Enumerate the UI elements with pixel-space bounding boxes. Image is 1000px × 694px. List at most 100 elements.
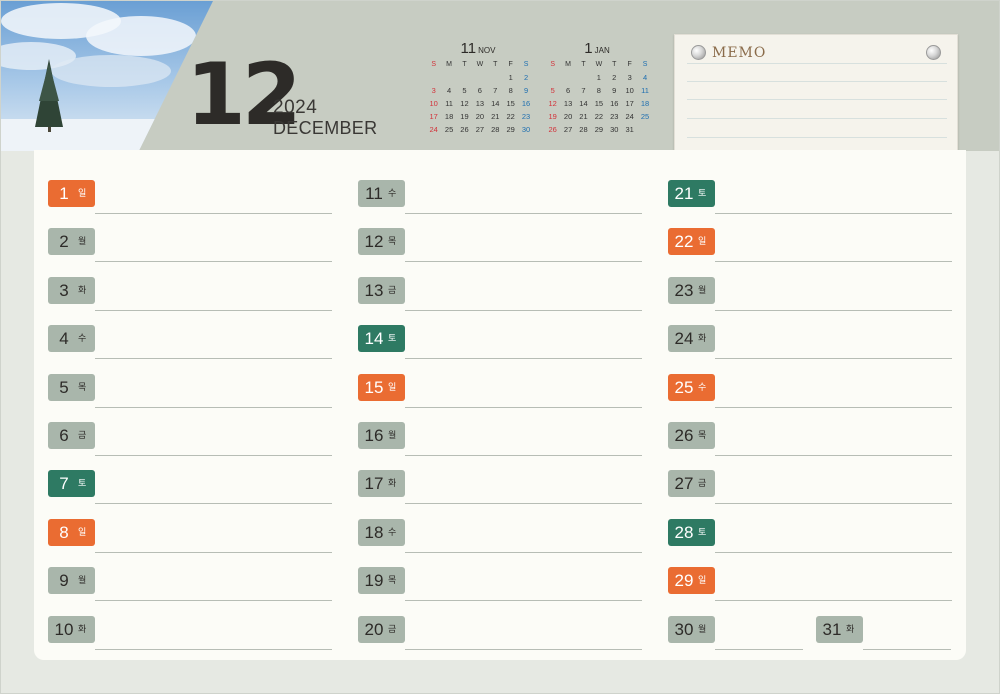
- writing-line[interactable]: [95, 552, 332, 553]
- mini-day-cell: 17: [429, 112, 438, 121]
- day-entry[interactable]: 8일: [48, 519, 332, 553]
- weekday-label: 토: [388, 334, 397, 344]
- mini-day-cell: 14: [579, 99, 588, 108]
- weekday-label: 화: [698, 334, 707, 344]
- day-entry[interactable]: 29 일: [668, 567, 952, 601]
- day-entry[interactable]: 12 목: [358, 228, 642, 262]
- day-entry[interactable]: 17 화: [358, 470, 642, 504]
- day-entry[interactable]: 11 수: [358, 180, 642, 214]
- day-entry[interactable]: 23 월: [668, 277, 952, 311]
- day-entry[interactable]: 3화: [48, 277, 332, 311]
- day-entry[interactable]: 21 토: [668, 180, 952, 214]
- writing-line[interactable]: [95, 600, 332, 601]
- date-number: 22: [674, 232, 694, 251]
- writing-line[interactable]: [95, 213, 332, 214]
- day-entry[interactable]: 26 목: [668, 422, 952, 456]
- date-badge: 31 화: [816, 616, 863, 643]
- writing-line[interactable]: [715, 310, 952, 311]
- day-entry[interactable]: 6금: [48, 422, 332, 456]
- day-entry[interactable]: 4수: [48, 325, 332, 359]
- date-number: 16: [364, 426, 384, 445]
- day-entry[interactable]: 18 수: [358, 519, 642, 553]
- day-entry[interactable]: 28 토: [668, 519, 952, 553]
- writing-line[interactable]: [405, 261, 642, 262]
- date-badge: 3화: [48, 277, 95, 304]
- mini-day-cell: 19: [460, 112, 469, 121]
- writing-line[interactable]: [405, 213, 642, 214]
- writing-line[interactable]: [405, 310, 642, 311]
- writing-line[interactable]: [715, 261, 952, 262]
- mini-day-cell: 9: [612, 86, 617, 95]
- mini-empty-cell: [488, 71, 503, 84]
- weekday-label: 일: [698, 237, 707, 247]
- date-badge: 2월: [48, 228, 95, 255]
- date-badge: 28 토: [668, 519, 715, 546]
- day-entry[interactable]: 16 월: [358, 422, 642, 456]
- writing-line[interactable]: [405, 649, 642, 650]
- mini-calendar-month-abbr: NOV: [478, 46, 496, 55]
- writing-line[interactable]: [405, 552, 642, 553]
- date-number: 24: [674, 329, 694, 348]
- memo-note[interactable]: MEMO: [674, 34, 958, 158]
- writing-line[interactable]: [715, 213, 952, 214]
- day-entry[interactable]: 9월: [48, 567, 332, 601]
- writing-line[interactable]: [715, 552, 952, 553]
- date-badge: 22 일: [668, 228, 715, 255]
- day-entry[interactable]: 31 화: [816, 616, 1000, 650]
- day-entry[interactable]: 20 금: [358, 616, 642, 650]
- day-entry[interactable]: 22 일: [668, 228, 952, 262]
- writing-line[interactable]: [405, 358, 642, 359]
- mini-day-cell: 25: [640, 112, 650, 121]
- writing-line[interactable]: [95, 407, 332, 408]
- day-entry[interactable]: 15 일: [358, 374, 642, 408]
- day-entry[interactable]: 5목: [48, 374, 332, 408]
- writing-line[interactable]: [95, 261, 332, 262]
- day-entry[interactable]: 19 목: [358, 567, 642, 601]
- date-badge: 12 목: [358, 228, 405, 255]
- writing-line[interactable]: [95, 649, 332, 650]
- writing-line[interactable]: [405, 407, 642, 408]
- day-entry[interactable]: 1일: [48, 180, 332, 214]
- weekday-label: 목: [78, 383, 87, 393]
- mini-empty-cell: [576, 71, 591, 84]
- memo-line: [687, 63, 947, 64]
- day-entry[interactable]: 10 화: [48, 616, 332, 650]
- mini-day-cell: 2: [612, 73, 617, 82]
- writing-line[interactable]: [405, 600, 642, 601]
- writing-line[interactable]: [715, 455, 952, 456]
- weekday-label: 월: [78, 576, 87, 586]
- mini-weekday-header: M: [446, 61, 452, 68]
- mini-calendar-grid: S M T W T F S 1 2 3 4 5 6 7 8 9 10 11 12 13 14 15 16 17 18 19 20 21…: [426, 58, 531, 136]
- writing-line[interactable]: [95, 358, 332, 359]
- mini-day-cell: 8: [596, 86, 601, 95]
- mini-weekday-header: S: [431, 61, 437, 68]
- day-entry[interactable]: 14 토: [358, 325, 642, 359]
- writing-line[interactable]: [715, 600, 952, 601]
- mini-day-cell: 4: [642, 73, 648, 82]
- writing-line[interactable]: [95, 310, 332, 311]
- mini-weekday-header: T: [493, 61, 498, 68]
- month-name: DECEMBER: [273, 118, 378, 138]
- writing-line[interactable]: [405, 503, 642, 504]
- mini-empty-cell: [441, 71, 456, 84]
- mini-day-cell: 6: [566, 86, 571, 95]
- writing-line[interactable]: [715, 358, 952, 359]
- date-badge: 18 수: [358, 519, 405, 546]
- writing-line[interactable]: [863, 649, 951, 650]
- writing-line[interactable]: [715, 503, 952, 504]
- writing-line[interactable]: [95, 455, 332, 456]
- mini-day-cell: 10: [429, 99, 438, 108]
- writing-line[interactable]: [405, 455, 642, 456]
- writing-line[interactable]: [715, 649, 803, 650]
- date-number: 11: [365, 184, 383, 203]
- writing-line[interactable]: [715, 407, 952, 408]
- day-entry[interactable]: 25 수: [668, 374, 952, 408]
- day-entry[interactable]: 7토: [48, 470, 332, 504]
- day-entry[interactable]: 24 화: [668, 325, 952, 359]
- day-entry[interactable]: 2월: [48, 228, 332, 262]
- day-entry[interactable]: 13 금: [358, 277, 642, 311]
- day-entry[interactable]: 27 금: [668, 470, 952, 504]
- writing-line[interactable]: [95, 503, 332, 504]
- date-number: 30: [674, 620, 694, 639]
- mini-weekday-header: W: [476, 61, 484, 68]
